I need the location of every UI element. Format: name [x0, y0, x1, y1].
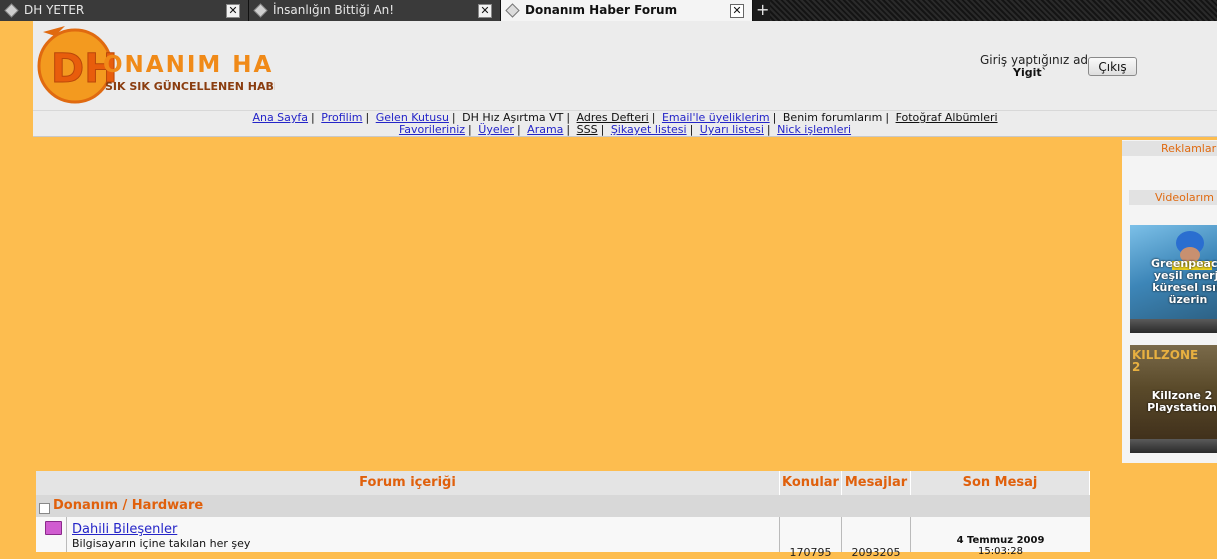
nav-bar: Ana Sayfa | Profilim | Gelen Kutusu | DH Hı… — [33, 110, 1217, 137]
close-icon[interactable]: ✕ — [478, 4, 492, 18]
page-icon — [4, 3, 19, 18]
video-caption: Greenpeace yeşil enerji küresel ısın üze… — [1151, 257, 1217, 306]
nav-link-arama[interactable]: Arama — [527, 123, 563, 136]
logo-tagline: SIK SIK GÜNCELLENEN HABER SITESI — [105, 79, 275, 93]
videos-title: Videolarım — [1129, 190, 1217, 205]
collapse-toggle[interactable] — [39, 503, 50, 514]
topic-count: 170795 — [789, 546, 832, 559]
column-header-forum-icerigi: Forum içeriği — [36, 471, 780, 495]
tab-dh-yeter[interactable]: DH YETER ✕ — [0, 0, 249, 21]
video-player-bar — [1130, 319, 1217, 333]
new-tab-button[interactable]: + — [756, 0, 769, 21]
nav-row-2: Favorileriniz | Üyeler | Arama | SSS | Şikay… — [398, 123, 852, 136]
browser-tab-bar: DH YETER ✕ İnsanlığın Bittiği An! ✕ Dona… — [0, 0, 1217, 21]
video-caption: Killzone 2 Playstation — [1147, 389, 1217, 414]
logo-text: ONANIM HABER — [103, 52, 275, 78]
tab-label: DH YETER — [24, 3, 85, 17]
folder-icon — [45, 521, 62, 535]
column-header-son-mesaj: Son Mesaj — [911, 471, 1090, 495]
nav-link-ana-sayfa[interactable]: Ana Sayfa — [252, 111, 308, 124]
nav-link-profilim[interactable]: Profilim — [321, 111, 362, 124]
tab-label: İnsanlığın Bittiği An! — [273, 3, 395, 17]
column-header-konular: Konular — [780, 471, 842, 495]
video-player-bar — [1130, 439, 1217, 453]
category-title[interactable]: Donanım / Hardware — [53, 498, 203, 513]
nav-link-favorileriniz[interactable]: Favorileriniz — [399, 123, 465, 136]
login-label: Giriş yaptığınız ad — [980, 53, 1089, 67]
tab-insanligin-bittigi-an[interactable]: İnsanlığın Bittiği An! ✕ — [249, 0, 501, 21]
forum-name[interactable]: Dahili Bileşenler — [72, 522, 177, 537]
video-thumbnail-greenpeace[interactable]: Greenpeace yeşil enerji küresel ısın üze… — [1130, 225, 1217, 333]
column-header-mesajlar: Mesajlar — [842, 471, 911, 495]
table-row: Dahili Bileşenler Bilgisayarın içine tak… — [36, 517, 1090, 559]
post-count: 2093205 — [851, 546, 901, 559]
nav-link-sss[interactable]: SSS — [577, 123, 598, 136]
tab-donanim-haber-forum[interactable]: Donanım Haber Forum ✕ — [501, 0, 753, 21]
forum-table: Forum içeriği Konular Mesajlar Son Mesaj… — [36, 471, 1090, 559]
nav-link-uyari-listesi[interactable]: Uyarı listesi — [700, 123, 764, 136]
nav-link-fotograf-albumleri[interactable]: Fotoğraf Albümleri — [896, 111, 998, 124]
tab-bar-filler — [770, 0, 1217, 21]
killzone-badge: KILLZONE 2 — [1132, 348, 1199, 374]
logout-button[interactable]: Çıkış — [1088, 57, 1137, 76]
username: Yigit` — [1013, 66, 1048, 79]
site-header: DH ONANIM HABER SIK SIK GÜNCELLENEN HABE… — [33, 21, 1217, 110]
last-post-date: 4 Temmuz 2009 — [956, 535, 1045, 546]
forum-description: Bilgisayarın içine takılan her şey — [72, 537, 251, 550]
donanim-haber-logo[interactable]: DH ONANIM HABER SIK SIK GÜNCELLENEN HABE… — [35, 24, 275, 108]
page-icon — [505, 3, 520, 18]
right-sidebar: Reklamlar Videolarım Greenpeace yeşil en… — [1122, 140, 1217, 463]
nav-link-uyeler[interactable]: Üyeler — [478, 123, 514, 136]
close-icon[interactable]: ✕ — [226, 4, 240, 18]
category-row: Donanım / Hardware — [36, 495, 1090, 517]
nav-link-nick-islemleri[interactable]: Nick işlemleri — [777, 123, 851, 136]
nav-link-sikayet-listesi[interactable]: Şikayet listesi — [611, 123, 687, 136]
page-icon — [253, 3, 268, 18]
ads-title: Reklamlar — [1122, 141, 1217, 156]
tab-label: Donanım Haber Forum — [525, 3, 678, 17]
video-thumbnail-killzone[interactable]: KILLZONE 2 Killzone 2 Playstation — [1130, 345, 1217, 453]
close-icon[interactable]: ✕ — [730, 4, 744, 18]
